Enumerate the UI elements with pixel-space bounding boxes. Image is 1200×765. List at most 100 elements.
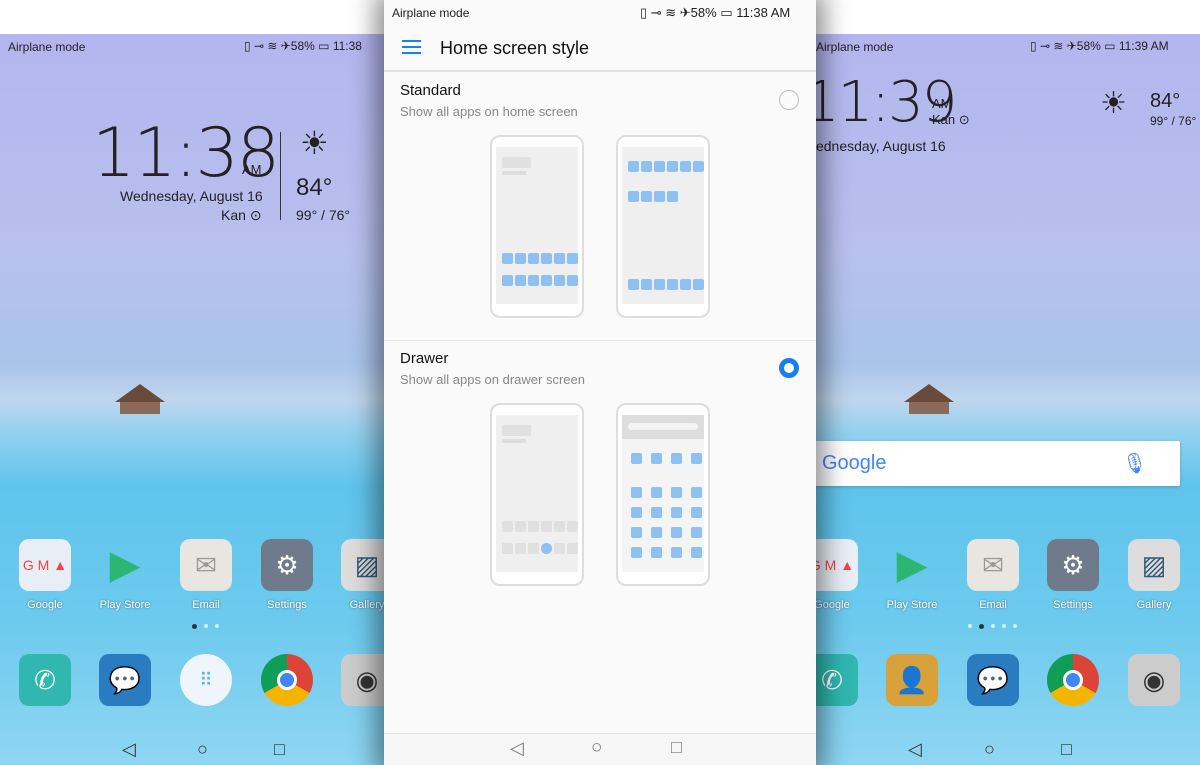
preview-app-tile — [693, 279, 704, 290]
option-description: Show all apps on drawer screen — [400, 372, 585, 387]
drawer-preview-drawer — [616, 403, 710, 586]
preview-app-tile — [651, 527, 662, 538]
back-button[interactable]: ◁ — [122, 739, 136, 760]
preview-app-tile — [628, 191, 639, 202]
preview-app-tile — [641, 279, 652, 290]
drawer-preview-home — [490, 403, 584, 586]
app-label: Settings — [267, 599, 307, 611]
recents-button[interactable]: □ — [274, 739, 285, 760]
app-settings[interactable]: ⚙ Settings — [1033, 539, 1113, 611]
preview-app-tile — [667, 279, 678, 290]
preview-app-tile — [631, 453, 642, 464]
gallery-icon: ▨ — [341, 539, 384, 591]
dock-camera[interactable]: ◉ — [1114, 654, 1194, 706]
preview-app-tile — [520, 157, 531, 168]
back-button[interactable]: ◁ — [510, 738, 524, 759]
app-google[interactable]: G M ▲ Google — [816, 539, 872, 611]
option-description: Show all apps on home screen — [400, 104, 578, 119]
status-icons: ▯ ⊸ ≋ ✈58% ▭ 11:38 AM — [640, 5, 790, 21]
dock-chrome[interactable] — [247, 654, 327, 706]
drawer-radio[interactable] — [779, 358, 799, 378]
app-play-store[interactable]: ▶ Play Store — [872, 539, 952, 611]
menu-icon[interactable] — [402, 40, 421, 54]
app-label: Google — [816, 599, 850, 611]
clock-location: Kan ⊙ — [221, 207, 262, 224]
option-title: Standard — [400, 82, 461, 99]
dock-chrome[interactable] — [1033, 654, 1113, 706]
weather-range: 99° / 76° — [1150, 114, 1197, 128]
google-folder-icon: G M ▲ — [19, 539, 71, 591]
status-icons-glyphs: ▯ ⊸ ≋ ✈ — [1030, 39, 1077, 53]
home-button[interactable]: ○ — [984, 739, 995, 760]
contacts-icon: 👤 — [886, 654, 938, 706]
status-icons-glyphs: ▯ ⊸ ≋ ✈ — [640, 5, 691, 20]
home-button[interactable]: ○ — [591, 737, 602, 759]
dock-app-drawer[interactable]: ⠿ — [166, 654, 246, 706]
preview-app-tile — [680, 279, 691, 290]
standard-radio[interactable] — [779, 90, 799, 110]
app-email[interactable]: ✉ Email — [953, 539, 1033, 611]
dock-phone[interactable]: ✆ — [5, 654, 85, 706]
google-search-bar[interactable]: Google 🎙 — [816, 441, 1180, 486]
location-label: Kan — [221, 207, 246, 223]
preview-app-tile — [554, 543, 565, 554]
recents-button[interactable]: □ — [1061, 739, 1072, 760]
battery-icon: ▭ — [318, 39, 330, 53]
phone-icon: ✆ — [19, 654, 71, 706]
dock-phone[interactable]: ✆ — [816, 654, 872, 706]
gallery-icon: ▨ — [1128, 539, 1180, 591]
preview-app-tile — [691, 487, 702, 498]
page-title: Home screen style — [440, 38, 590, 58]
status-time: 11:38 — [332, 39, 362, 53]
app-label: Google — [27, 599, 63, 611]
camera-icon: ◉ — [341, 654, 384, 706]
preview-app-tile — [691, 547, 702, 558]
preview-app-tile — [631, 507, 642, 518]
home-screen-style-settings: Airplane mode ▯ ⊸ ≋ ✈58% ▭ 11:38 AM Home… — [384, 0, 816, 765]
preview-drawer-button — [541, 543, 552, 554]
app-gallery[interactable]: ▨ Gallery — [327, 539, 384, 611]
preview-app-tile — [691, 527, 702, 538]
preview-app-tile — [631, 527, 642, 538]
weather-temp[interactable]: 84° — [296, 174, 332, 202]
app-gallery[interactable]: ▨ Gallery — [1114, 539, 1194, 611]
app-email[interactable]: ✉ Email — [166, 539, 246, 611]
microphone-icon[interactable]: 🎙 — [1122, 451, 1147, 476]
home-button[interactable]: ○ — [197, 739, 208, 760]
app-settings[interactable]: ⚙ Settings — [247, 539, 327, 611]
preview-app-tile — [567, 543, 578, 554]
weather-temp[interactable]: 84° — [1150, 90, 1180, 113]
app-label: Email — [192, 599, 220, 611]
preview-app-tile — [631, 547, 642, 558]
recents-button[interactable]: □ — [671, 737, 682, 758]
option-drawer[interactable]: Drawer Show all apps on drawer screen — [384, 341, 816, 591]
preview-app-tile — [651, 547, 662, 558]
clock-time[interactable]: 11:38 — [92, 114, 280, 193]
dock-contacts[interactable]: 👤 — [872, 654, 952, 706]
preview-app-tile — [541, 521, 552, 532]
status-time: 11:39 AM — [1118, 39, 1169, 53]
app-label: Gallery — [1136, 599, 1172, 611]
battery-percent: 58% — [290, 39, 315, 53]
preview-app-tile — [515, 253, 526, 264]
dock-messages[interactable]: 💬 — [953, 654, 1033, 706]
email-icon: ✉ — [180, 539, 232, 591]
clock-date: Wednesday, August 16 — [120, 188, 263, 204]
battery-icon: ▭ — [720, 5, 733, 20]
preview-app-tile — [631, 487, 642, 498]
option-standard[interactable]: Standard Show all apps on home screen — [384, 72, 816, 340]
status-time: 11:38 AM — [736, 5, 791, 20]
clock-location: Kan ⊙ — [932, 112, 970, 128]
preview-app-tile — [541, 275, 552, 286]
app-google[interactable]: G M ▲ Google — [5, 539, 85, 611]
app-play-store[interactable]: ▶ Play Store — [85, 539, 165, 611]
dock-messages[interactable]: 💬 — [85, 654, 165, 706]
settings-icon: ⚙ — [261, 539, 313, 591]
status-text: Airplane mode — [816, 40, 894, 54]
settings-icon: ⚙ — [1047, 539, 1099, 591]
back-button[interactable]: ◁ — [908, 739, 922, 760]
dock-camera[interactable]: ◉ — [327, 654, 384, 706]
clock-date: Wednesday, August 16 — [816, 138, 946, 154]
sun-icon: ☀ — [300, 125, 329, 161]
hut-scenery — [115, 384, 165, 414]
